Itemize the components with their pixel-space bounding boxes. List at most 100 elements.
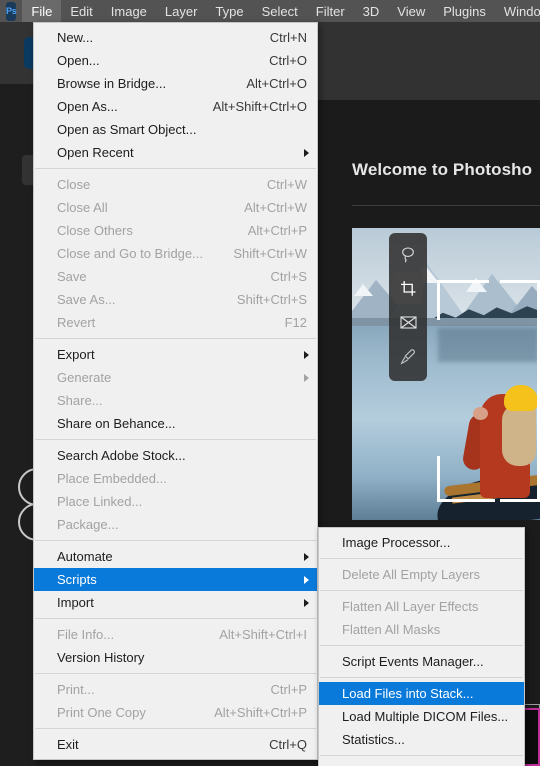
menu-item-image-processor[interactable]: Image Processor... <box>319 531 524 554</box>
menubar-item-image[interactable]: Image <box>102 0 156 22</box>
menubar-item-file[interactable]: File <box>22 0 62 22</box>
menu-item-shortcut: Ctrl+Q <box>269 737 307 752</box>
menu-item-place-embedded: Place Embedded... <box>34 467 317 490</box>
menu-item-shortcut: Ctrl+P <box>270 682 307 697</box>
crop-icon <box>400 280 417 297</box>
menu-item-save: Save Ctrl+S <box>34 265 317 288</box>
menu-item-shortcut: F12 <box>284 315 307 330</box>
submenu-arrow-icon <box>304 575 309 584</box>
menu-item-open-recent[interactable]: Open Recent <box>34 141 317 164</box>
menu-item-label: Flatten All Masks <box>342 622 441 637</box>
menu-item-label: Save As... <box>57 292 116 307</box>
menu-item-exit[interactable]: Exit Ctrl+Q <box>34 733 317 756</box>
menubar-item-type[interactable]: Type <box>206 0 252 22</box>
menu-item-label: Generate <box>57 370 112 385</box>
menu-separator <box>320 590 523 591</box>
menu-item-shortcut: Alt+Shift+Ctrl+O <box>212 99 307 114</box>
menu-item-load-files-into-stack[interactable]: Load Files into Stack... <box>319 682 524 705</box>
menu-item-label: Script Events Manager... <box>342 654 484 669</box>
menu-item-statistics[interactable]: Statistics... <box>319 728 524 751</box>
menu-item-label: Share on Behance... <box>57 416 176 431</box>
menu-item-label: Place Linked... <box>57 494 143 509</box>
marquee-tool-button[interactable] <box>393 306 423 338</box>
menu-item-shortcut: Shift+Ctrl+S <box>236 292 307 307</box>
menu-separator <box>320 645 523 646</box>
menubar-item-select[interactable]: Select <box>253 0 307 22</box>
menu-item-open[interactable]: Open... Ctrl+O <box>34 49 317 72</box>
eyedropper-tool-button[interactable] <box>393 340 423 372</box>
menu-item-label: Load Files into Stack... <box>342 686 474 701</box>
menu-item-label: Flatten All Layer Effects <box>342 599 479 614</box>
menu-item-browse-in-bridge[interactable]: Browse in Bridge... Alt+Ctrl+O <box>34 72 317 95</box>
menu-item-shortcut: Alt+Ctrl+P <box>247 223 307 238</box>
menu-item-label: Open as Smart Object... <box>57 122 197 137</box>
submenu-arrow-icon <box>304 148 309 157</box>
menu-separator <box>35 540 316 541</box>
menu-item-label: Import <box>57 595 94 610</box>
person-beanie <box>504 385 538 411</box>
person-hair <box>502 404 536 466</box>
menubar-item-edit[interactable]: Edit <box>61 0 101 22</box>
submenu-arrow-icon <box>304 373 309 382</box>
menubar-item-layer[interactable]: Layer <box>156 0 207 22</box>
menu-item-share: Share... <box>34 389 317 412</box>
menu-item-version-history[interactable]: Version History <box>34 646 317 669</box>
menu-item-shortcut: Shift+Ctrl+W <box>233 246 307 261</box>
menu-item-close-all: Close All Alt+Ctrl+W <box>34 196 317 219</box>
menu-item-shortcut: Ctrl+W <box>266 177 307 192</box>
menu-item-new[interactable]: New... Ctrl+N <box>34 26 317 49</box>
menu-item-automate[interactable]: Automate <box>34 545 317 568</box>
photoshop-logo-icon: Ps <box>6 1 17 21</box>
floating-tool-palette <box>389 233 427 381</box>
menu-item-label: Close and Go to Bridge... <box>57 246 203 261</box>
menu-item-label: Delete All Empty Layers <box>342 567 481 582</box>
menu-item-label: Export <box>57 347 95 362</box>
snow-cap <box>354 284 373 296</box>
eyedropper-icon <box>399 348 417 365</box>
menu-item-label: New... <box>57 30 94 45</box>
crop-tool-button[interactable] <box>393 272 423 304</box>
menu-item-import[interactable]: Import <box>34 591 317 614</box>
menu-separator <box>320 677 523 678</box>
photoshop-window: Welcome to Photosho Ps File Edit Image L… <box>0 0 540 766</box>
menu-item-flatten-all-masks: Flatten All Masks <box>319 618 524 641</box>
menu-item-label: Scripts <box>57 572 97 587</box>
menu-item-open-as-smart-object[interactable]: Open as Smart Object... <box>34 118 317 141</box>
menu-item-load-multiple-dicom-files[interactable]: Load Multiple DICOM Files... <box>319 705 524 728</box>
menubar-item-3d[interactable]: 3D <box>354 0 389 22</box>
menubar-item-window[interactable]: Window <box>495 0 540 22</box>
menubar-item-view[interactable]: View <box>388 0 434 22</box>
menu-item-label: Automate <box>57 549 113 564</box>
menu-item-label: Close All <box>57 200 108 215</box>
menu-item-share-on-behance[interactable]: Share on Behance... <box>34 412 317 435</box>
menu-item-delete-all-empty-layers: Delete All Empty Layers <box>319 563 524 586</box>
menu-item-label: Share... <box>57 393 103 408</box>
menu-item-label: Search Adobe Stock... <box>57 448 186 463</box>
menu-separator <box>320 558 523 559</box>
menu-item-close-others: Close Others Alt+Ctrl+P <box>34 219 317 242</box>
lasso-icon <box>400 246 417 263</box>
menu-item-print-one-copy: Print One Copy Alt+Shift+Ctrl+P <box>34 701 317 724</box>
menu-item-export[interactable]: Export <box>34 343 317 366</box>
menu-item-place-linked: Place Linked... <box>34 490 317 513</box>
menu-item-script-events-manager[interactable]: Script Events Manager... <box>319 650 524 673</box>
lasso-tool-button[interactable] <box>393 238 423 270</box>
snow-cap <box>466 278 487 292</box>
menubar-item-plugins[interactable]: Plugins <box>434 0 495 22</box>
menu-item-search-adobe-stock[interactable]: Search Adobe Stock... <box>34 444 317 467</box>
menu-item-label: Load Multiple DICOM Files... <box>342 709 509 724</box>
menu-item-browse[interactable]: Browse... <box>319 760 524 766</box>
menu-bar: Ps File Edit Image Layer Type Select Filter 3D V… <box>0 0 540 22</box>
menu-item-label: Print One Copy <box>57 705 146 720</box>
submenu-arrow-icon <box>304 552 309 561</box>
menu-item-label: Browse in Bridge... <box>57 76 167 91</box>
title-divider <box>352 205 540 206</box>
submenu-arrow-icon <box>304 598 309 607</box>
menu-item-label: Open As... <box>57 99 118 114</box>
menu-item-label: Close Others <box>57 223 133 238</box>
menubar-item-filter[interactable]: Filter <box>307 0 354 22</box>
menu-item-label: Revert <box>57 315 96 330</box>
menu-item-revert: Revert F12 <box>34 311 317 334</box>
menu-item-open-as[interactable]: Open As... Alt+Shift+Ctrl+O <box>34 95 317 118</box>
menu-item-scripts[interactable]: Scripts <box>34 568 317 591</box>
